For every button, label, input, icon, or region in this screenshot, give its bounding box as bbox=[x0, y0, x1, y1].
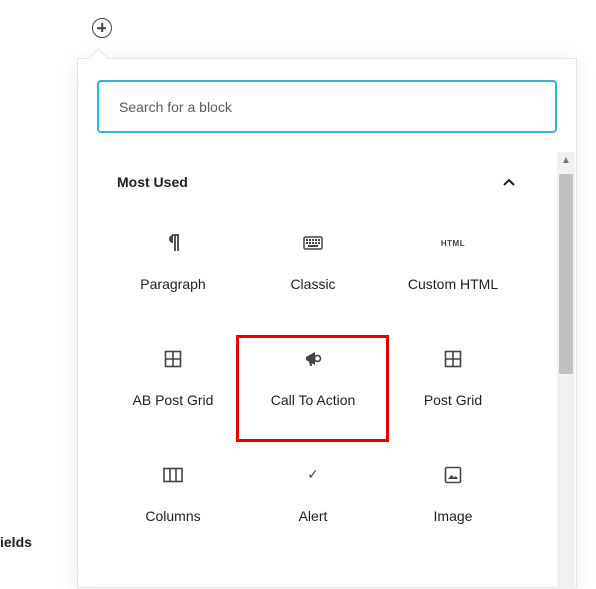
grid-icon bbox=[108, 347, 238, 371]
block-alert[interactable]: ✓ Alert bbox=[248, 451, 378, 547]
block-ab-post-grid[interactable]: AB Post Grid bbox=[108, 335, 238, 431]
background-fields-label: ields bbox=[0, 534, 32, 550]
block-paragraph[interactable]: Paragraph bbox=[108, 219, 238, 315]
block-classic[interactable]: Classic bbox=[248, 219, 378, 315]
keyboard-icon bbox=[248, 231, 378, 255]
block-label: Post Grid bbox=[423, 392, 483, 408]
block-custom-html[interactable]: HTML Custom HTML bbox=[388, 219, 518, 315]
checkmark-icon-glyph: ✓ bbox=[307, 467, 319, 483]
block-label: Custom HTML bbox=[407, 276, 499, 292]
html-icon-text: HTML bbox=[440, 238, 466, 248]
block-label: Image bbox=[433, 508, 473, 524]
block-label: AB Post Grid bbox=[132, 392, 214, 408]
block-search-input[interactable] bbox=[97, 80, 557, 133]
columns-icon bbox=[108, 463, 238, 487]
block-label: Columns bbox=[145, 508, 201, 524]
html-icon: HTML bbox=[388, 231, 518, 255]
panel-title: Most Used bbox=[117, 174, 188, 190]
block-label: Classic bbox=[290, 276, 336, 292]
block-post-grid[interactable]: Post Grid bbox=[388, 335, 518, 431]
image-icon bbox=[388, 463, 518, 487]
add-block-button[interactable] bbox=[92, 18, 112, 38]
block-inserter-popover: Most Used ▲ Paragraph bbox=[77, 58, 577, 589]
grid-icon bbox=[388, 347, 518, 371]
block-image[interactable]: Image bbox=[388, 451, 518, 547]
block-label: Alert bbox=[298, 508, 328, 524]
block-columns[interactable]: Columns bbox=[108, 451, 238, 547]
highlight-box bbox=[236, 335, 389, 442]
scrollbar[interactable]: ▲ bbox=[557, 152, 575, 589]
chevron-up-icon[interactable] bbox=[502, 176, 516, 190]
checkmark-icon: ✓ bbox=[248, 463, 378, 487]
block-label: Paragraph bbox=[140, 276, 206, 292]
paragraph-icon bbox=[108, 231, 238, 255]
scroll-thumb[interactable] bbox=[559, 174, 573, 374]
scroll-up-icon[interactable]: ▲ bbox=[557, 152, 575, 170]
